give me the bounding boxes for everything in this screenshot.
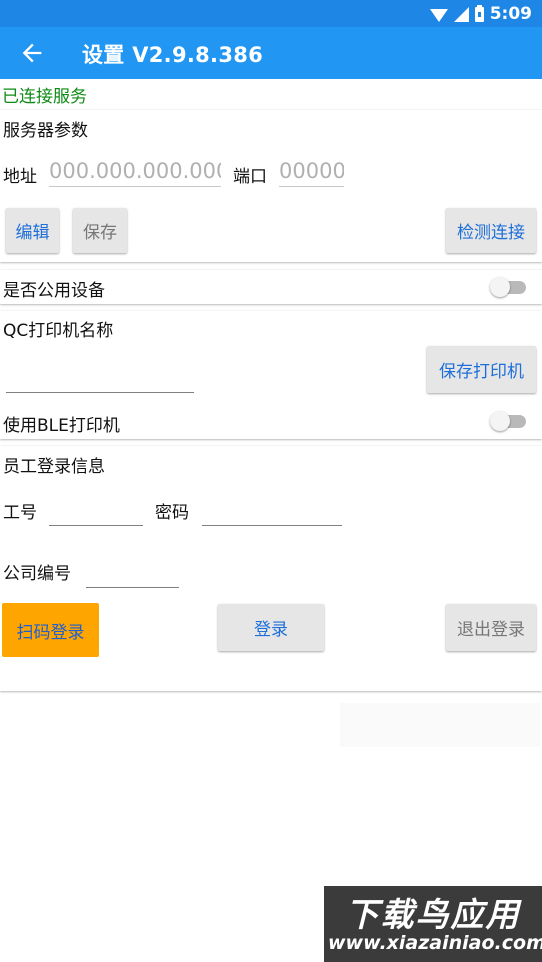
status-time: 5:09 <box>489 4 532 24</box>
public-device-toggle[interactable] <box>490 276 526 298</box>
ble-printer-label: 使用BLE打印机 <box>3 416 120 436</box>
test-connection-button[interactable]: 检测连接 <box>446 208 536 253</box>
page-title: 设置 V2.9.8.386 <box>82 43 264 67</box>
watermark-url: www.xiazainiao.com <box>328 932 542 954</box>
login-button[interactable]: 登录 <box>218 604 324 651</box>
public-device-card: 是否公用设备 <box>0 270 542 304</box>
address-label: 地址 <box>3 167 37 187</box>
company-id-label: 公司编号 <box>3 564 71 584</box>
company-id-field[interactable] <box>86 558 179 588</box>
server-params-card: 服务器参数 地址 000.000.000.000 端口 00000 编辑 保存 … <box>0 110 542 262</box>
toggle-thumb <box>490 411 510 431</box>
employee-id-field[interactable] <box>49 496 143 526</box>
address-field[interactable]: 000.000.000.000 <box>49 157 221 187</box>
battery-icon <box>474 4 484 22</box>
port-field[interactable]: 00000 <box>279 157 344 187</box>
status-bar: 5:09 <box>0 0 542 27</box>
watermark-logo: 下载鸟应用 www.xiazainiao.com <box>324 886 542 962</box>
printer-card: QC打印机名称 保存打印机 使用BLE打印机 <box>0 311 542 439</box>
scan-login-button[interactable]: 扫码登录 <box>2 603 99 657</box>
connection-status: 已连接服务 <box>2 87 87 107</box>
logout-button[interactable]: 退出登录 <box>446 604 536 651</box>
printer-name-field[interactable] <box>6 363 194 393</box>
toggle-thumb <box>490 277 510 297</box>
save-server-button[interactable]: 保存 <box>73 208 127 253</box>
signal-icon <box>453 6 469 22</box>
edit-button[interactable]: 编辑 <box>6 208 59 253</box>
wifi-icon <box>429 8 448 22</box>
app-toolbar: 设置 V2.9.8.386 <box>0 27 542 79</box>
back-arrow-icon[interactable] <box>18 39 46 67</box>
password-field[interactable] <box>202 496 342 526</box>
save-printer-button[interactable]: 保存打印机 <box>427 346 536 393</box>
port-label: 端口 <box>233 167 267 187</box>
status-icons: 5:09 <box>429 3 532 25</box>
server-params-heading: 服务器参数 <box>3 121 88 141</box>
watermark-title: 下载鸟应用 <box>345 895 521 934</box>
login-heading: 员工登录信息 <box>3 457 105 477</box>
employee-id-label: 工号 <box>3 503 37 523</box>
login-card: 员工登录信息 工号 密码 公司编号 扫码登录 登录 退出登录 <box>0 446 542 691</box>
ble-printer-toggle[interactable] <box>490 410 526 432</box>
public-device-label: 是否公用设备 <box>3 281 105 301</box>
faint-overlay <box>340 703 540 747</box>
password-label: 密码 <box>155 503 189 523</box>
printer-name-label: QC打印机名称 <box>3 321 114 341</box>
